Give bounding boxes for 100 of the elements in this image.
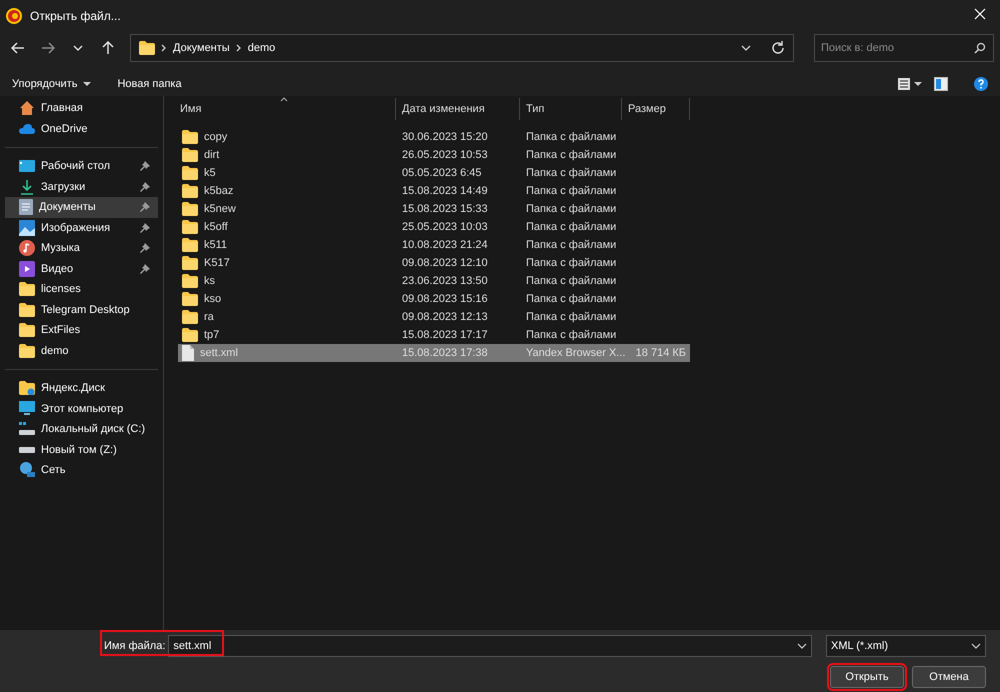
cloud-icon — [19, 124, 35, 134]
search-field[interactable]: Поиск в: demo — [814, 34, 994, 62]
folder-icon — [182, 328, 198, 342]
type-cell-text: Папка с файлами — [525, 275, 618, 287]
sidebar-item[interactable]: Изображения — [5, 218, 158, 238]
type-cell-text: Папка с файлами — [525, 329, 618, 341]
file-name: sett.xml — [200, 347, 238, 359]
date-cell-text: 15.08.2023 15:33 — [401, 203, 489, 215]
folder-icon — [182, 292, 198, 306]
dropdown-icon[interactable] — [741, 45, 751, 51]
desktop-icon — [19, 160, 35, 172]
cancel-button[interactable]: Отмена — [912, 666, 986, 688]
back-arrow-icon — [11, 42, 25, 54]
sidebar-item[interactable]: Загрузки — [5, 176, 158, 197]
date-cell-text: 25.05.2023 10:03 — [401, 221, 489, 233]
date-cell-text: 05.05.2023 6:45 — [401, 167, 483, 179]
file-row[interactable]: kso 09.08.2023 15:16 Папка с файлами — [178, 290, 690, 308]
sidebar-item[interactable]: Локальный диск (C:) — [5, 419, 158, 440]
up-arrow-icon — [102, 41, 114, 55]
type-cell-text: Папка с файлами — [525, 131, 618, 143]
file-row[interactable]: dirt 26.05.2023 10:53 Папка с файлами — [178, 146, 690, 164]
date-cell-text: 15.08.2023 17:38 — [401, 347, 489, 359]
dropdown-icon — [971, 643, 981, 649]
type-cell-text: Папка с файлами — [525, 221, 618, 233]
new-folder-button[interactable]: Новая папка — [117, 78, 182, 90]
app-logo-icon — [6, 8, 22, 24]
file-row[interactable]: tp7 15.08.2023 17:17 Папка с файлами — [178, 326, 690, 344]
preview-pane-button[interactable] — [934, 77, 948, 91]
folder-icon — [182, 238, 198, 252]
refresh-icon[interactable] — [771, 41, 785, 55]
column-header[interactable]: Тип — [520, 98, 622, 120]
folder-icon — [182, 274, 198, 288]
chevron-icon — [236, 44, 242, 52]
column-header[interactable]: Размер — [622, 98, 690, 120]
file-row[interactable]: K517 09.08.2023 12:10 Папка с файлами — [178, 254, 690, 272]
sidebar-item[interactable]: demo — [5, 340, 158, 361]
column-header[interactable]: Имя — [164, 98, 396, 120]
type-cell-text: Папка с файлами — [525, 185, 618, 197]
forward-arrow-icon — [41, 42, 55, 54]
filename-field[interactable]: sett.xml — [168, 635, 812, 657]
date-cell-text: 30.06.2023 15:20 — [401, 131, 489, 143]
date-cell-text: 15.08.2023 14:49 — [401, 185, 489, 197]
folder-icon — [19, 344, 35, 358]
file-type-dropdown[interactable]: XML (*.xml) — [826, 635, 986, 657]
help-button[interactable] — [974, 77, 988, 91]
open-button[interactable]: Открыть — [830, 666, 904, 688]
sidebar-item[interactable]: Документы — [5, 197, 158, 218]
sidebar-item[interactable]: OneDrive — [0, 118, 163, 139]
chevron-icon — [161, 44, 167, 52]
sidebar-item[interactable]: Этот компьютер — [5, 398, 158, 419]
file-row[interactable]: copy 30.06.2023 15:20 Папка с файлами — [178, 128, 690, 146]
address-bar[interactable]: Документы demo — [130, 34, 794, 62]
file-row[interactable]: ks 23.06.2023 13:50 Папка с файлами — [178, 272, 690, 290]
chevron-down-icon — [73, 45, 83, 51]
monitor-icon — [19, 400, 35, 417]
sidebar-item[interactable]: licenses — [5, 279, 158, 300]
file-row[interactable]: k5new 15.08.2023 15:33 Папка с файлами — [178, 200, 690, 218]
file-name: kso — [204, 293, 222, 305]
download-icon — [19, 178, 35, 195]
folder-icon — [182, 202, 198, 216]
column-header[interactable]: Дата изменения — [396, 98, 520, 120]
folder-icon — [182, 220, 198, 234]
sidebar-item[interactable]: Яндекс.Диск — [5, 378, 158, 398]
drive-icon — [19, 422, 35, 436]
file-name: K517 — [204, 257, 230, 269]
date-cell-text: 23.06.2023 13:50 — [401, 275, 489, 287]
sidebar-item[interactable]: Видео — [5, 258, 158, 279]
drive-icon — [19, 446, 35, 453]
sidebar-item[interactable]: Рабочий стол — [5, 156, 158, 176]
file-row[interactable]: k5off 25.05.2023 10:03 Папка с файлами — [178, 218, 690, 236]
sidebar-item[interactable]: ExtFiles — [5, 320, 158, 340]
folder-icon — [139, 41, 155, 55]
picture-icon — [19, 220, 35, 236]
file-name: ks — [204, 275, 215, 287]
view-options-button[interactable] — [898, 78, 922, 90]
type-cell-text: Папка с файлами — [525, 203, 618, 215]
window-title: Открыть файл... — [30, 9, 121, 23]
file-icon — [182, 345, 194, 361]
file-row[interactable]: k5 05.05.2023 6:45 Папка с файлами — [178, 164, 690, 182]
file-name: ra — [204, 311, 214, 323]
folder-icon — [182, 256, 198, 270]
sidebar-item[interactable]: Сеть — [5, 460, 158, 480]
sidebar-item[interactable]: Новый том (Z:) — [5, 440, 158, 460]
caret-down-icon — [83, 82, 92, 86]
organize-button[interactable]: Упорядочить — [12, 78, 92, 90]
type-cell-text: Yandex Browser X... — [525, 347, 622, 359]
breadcrumb-item[interactable]: Документы — [173, 42, 230, 54]
sidebar-item[interactable]: Главная — [0, 98, 163, 118]
sidebar-item[interactable]: Музыка — [5, 238, 158, 258]
file-name: k5 — [204, 167, 216, 179]
file-row[interactable]: k5baz 15.08.2023 14:49 Папка с файлами — [178, 182, 690, 200]
type-cell-text: Папка с файлами — [525, 239, 618, 251]
document-icon — [19, 199, 33, 216]
file-name: k5baz — [204, 185, 234, 197]
file-row[interactable]: ra 09.08.2023 12:13 Папка с файлами — [178, 308, 690, 326]
breadcrumb-item[interactable]: demo — [248, 42, 276, 54]
file-row[interactable]: k511 10.08.2023 21:24 Папка с файлами — [178, 236, 690, 254]
sidebar-item[interactable]: Telegram Desktop — [5, 300, 158, 320]
folder-icon — [19, 323, 35, 338]
network-icon — [19, 462, 35, 478]
